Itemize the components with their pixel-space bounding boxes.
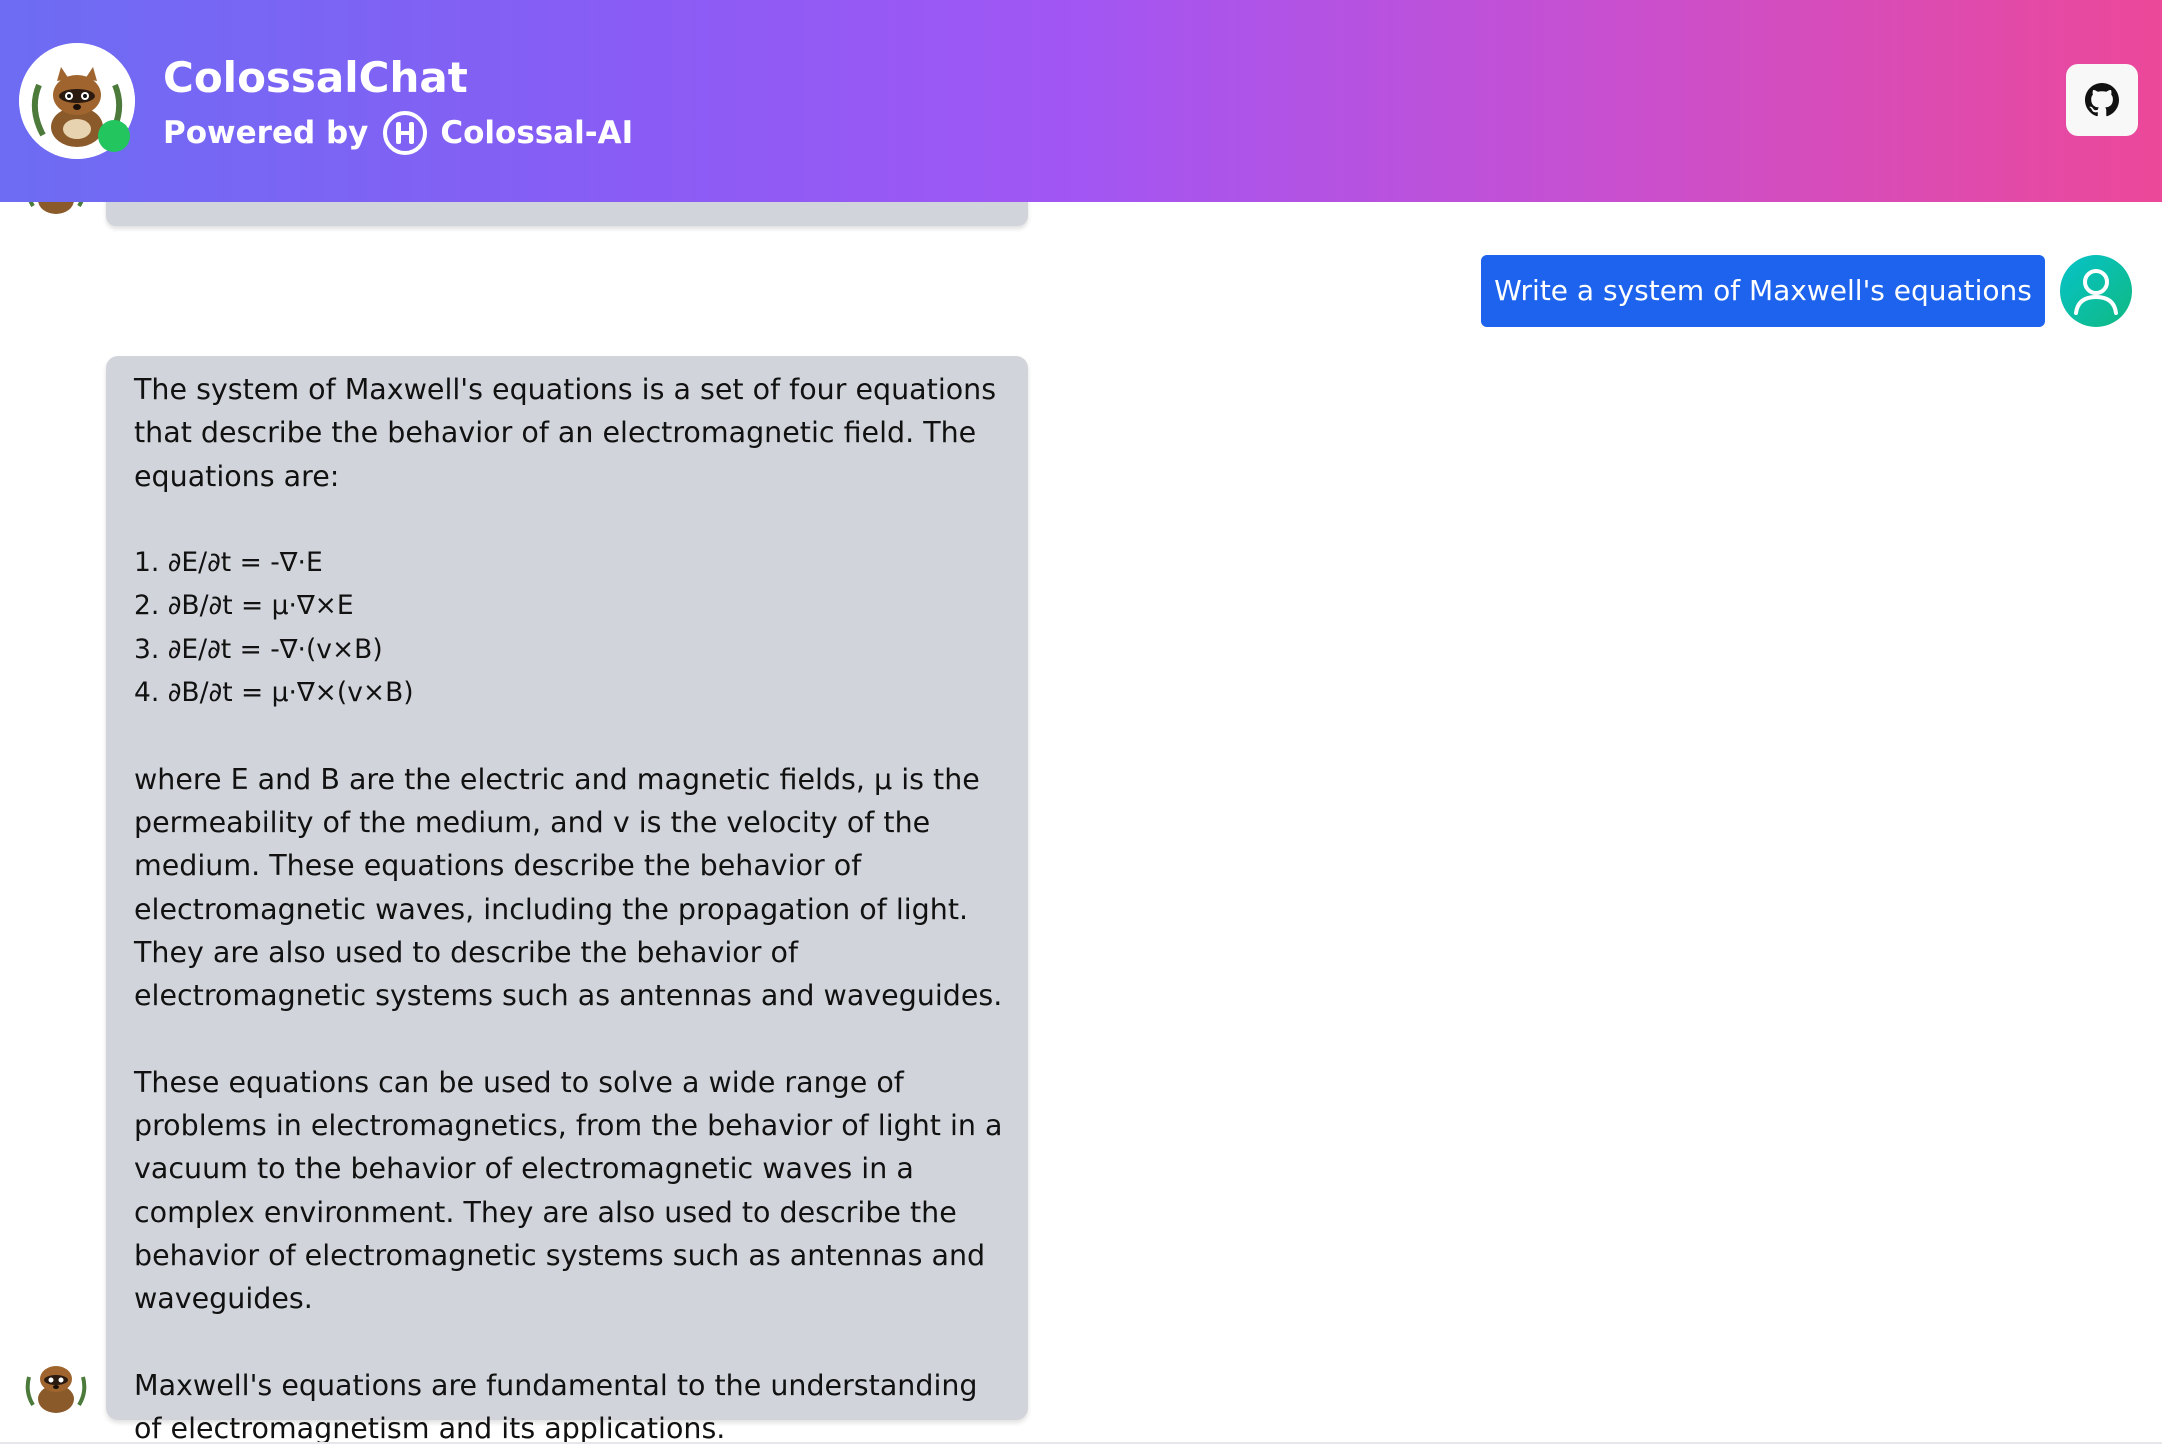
- equation-2: 2. ∂B/∂t = μ·∇×E: [134, 590, 354, 622]
- powered-by-label: Powered by: [163, 115, 369, 151]
- user-message: Write a system of Maxwell's equations: [1481, 255, 2045, 327]
- raccoon-avatar-icon: [19, 1347, 93, 1421]
- equation-4: 4. ∂B/∂t = μ·∇×(v×B): [134, 677, 414, 709]
- online-status-indicator: [98, 120, 130, 152]
- brand-name: Colossal-AI: [440, 115, 634, 151]
- github-icon: [2085, 83, 2119, 117]
- reply-paragraph-3: Maxwell's equations are fundamental to t…: [134, 1368, 978, 1446]
- user-avatar: [2060, 255, 2132, 327]
- reply-paragraph-2: These equations can be used to solve a w…: [134, 1065, 1003, 1316]
- reply-paragraph-1: where E and B are the electric and magne…: [134, 762, 1003, 1013]
- bot-message: The system of Maxwell's equations is a s…: [106, 356, 1028, 1445]
- app-header: ColossalChat Powered by Colossal-AI: [0, 0, 2162, 202]
- github-button[interactable]: [2066, 64, 2138, 136]
- colossal-ai-logo-icon: [383, 111, 428, 155]
- app-title: ColossalChat: [163, 53, 468, 102]
- user-icon: [2074, 269, 2118, 315]
- chat-area[interactable]: Write a system of Maxwell's equations Th…: [0, 0, 2162, 1448]
- divider: [0, 1442, 2162, 1444]
- powered-by: Powered by Colossal-AI: [163, 110, 633, 156]
- bot-avatar: [19, 1347, 93, 1421]
- equation-3: 3. ∂E/∂t = -∇·(v×B): [134, 633, 383, 665]
- equation-1: 1. ∂E/∂t = -∇·E: [134, 547, 323, 579]
- reply-intro: The system of Maxwell's equations is a s…: [134, 373, 997, 493]
- equation-list: 1. ∂E/∂t = -∇·E 2. ∂B/∂t = μ·∇×E 3. ∂E/∂…: [134, 541, 1008, 714]
